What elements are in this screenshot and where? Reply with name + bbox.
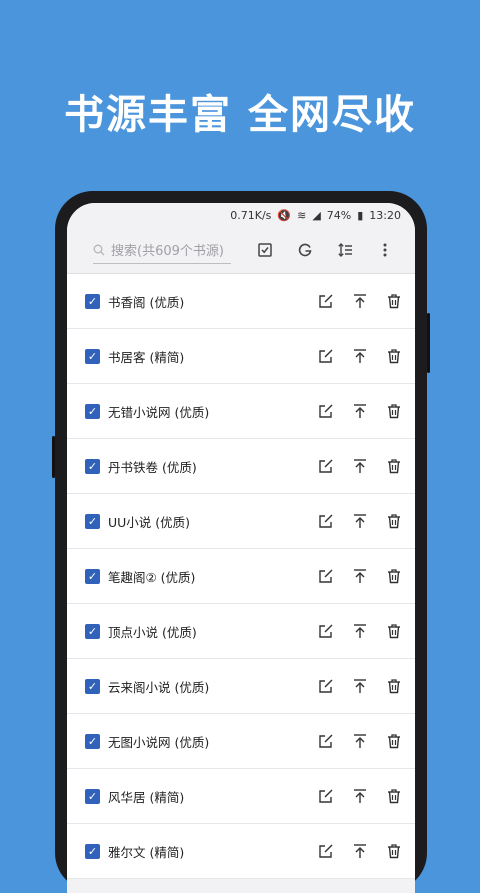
edit-icon[interactable] (315, 730, 337, 752)
source-name: 无图小说网 (优质) (108, 734, 210, 750)
edit-icon[interactable] (315, 565, 337, 587)
edit-icon[interactable] (315, 290, 337, 312)
delete-icon[interactable] (383, 400, 405, 422)
delete-icon[interactable] (383, 785, 405, 807)
edit-icon[interactable] (315, 620, 337, 642)
delete-icon[interactable] (383, 565, 405, 587)
book-source-list: ✓ 书香阁 (优质) ✓ 书居客 (精简) ✓ 无错小说网 (优质) ✓ 丹书铁… (67, 273, 415, 879)
phone-screen: 0.71K/s 🔇 ≋ ◢ 74% ▮ 13:20 搜索(共609个书源) ✓ … (67, 203, 415, 893)
network-speed: 0.71K/s (230, 208, 272, 222)
checkbox-checked-icon[interactable]: ✓ (85, 403, 100, 419)
signal-icon: ◢ (312, 208, 321, 222)
search-input[interactable]: 搜索(共609个书源) (93, 237, 231, 264)
checkbox-checked-icon[interactable]: ✓ (85, 568, 100, 584)
source-name: 书居客 (精简) (108, 349, 185, 365)
delete-icon[interactable] (383, 675, 405, 697)
delete-icon[interactable] (383, 840, 405, 862)
move-to-top-icon[interactable] (349, 565, 371, 587)
checkbox-checked-icon[interactable]: ✓ (85, 458, 100, 474)
wifi-icon: ≋ (297, 208, 307, 222)
select-all-icon[interactable] (245, 230, 285, 270)
search-icon (93, 244, 105, 256)
promo-headline: 书源丰富 全网尽收 (64, 92, 416, 138)
source-name: 书香阁 (优质) (108, 294, 185, 310)
edit-icon[interactable] (315, 400, 337, 422)
search-placeholder: 搜索(共609个书源) (111, 244, 224, 259)
source-name: 笔趣阁② (优质) (108, 569, 196, 585)
edit-icon[interactable] (315, 345, 337, 367)
source-name: 顶点小说 (优质) (108, 624, 197, 640)
delete-icon[interactable] (383, 730, 405, 752)
list-item: ✓ 风华居 (精简) (67, 769, 415, 824)
list-item: ✓ 丹书铁卷 (优质) (67, 439, 415, 494)
list-item: ✓ 云来阁小说 (优质) (67, 659, 415, 714)
phone-volume-button (52, 436, 55, 478)
google-icon[interactable] (285, 230, 325, 270)
delete-icon[interactable] (383, 290, 405, 312)
source-name: 丹书铁卷 (优质) (108, 459, 197, 475)
move-to-top-icon[interactable] (349, 290, 371, 312)
list-item: ✓ 无图小说网 (优质) (67, 714, 415, 769)
move-to-top-icon[interactable] (349, 510, 371, 532)
source-name: 云来阁小说 (优质) (108, 679, 210, 695)
move-to-top-icon[interactable] (349, 840, 371, 862)
edit-icon[interactable] (315, 510, 337, 532)
source-name: UU小说 (优质) (108, 514, 191, 530)
edit-icon[interactable] (315, 785, 337, 807)
phone-power-button (427, 313, 430, 373)
more-menu-icon[interactable] (365, 230, 405, 270)
checkbox-checked-icon[interactable]: ✓ (85, 843, 100, 859)
list-item: ✓ 书香阁 (优质) (67, 274, 415, 329)
checkbox-checked-icon[interactable]: ✓ (85, 788, 100, 804)
move-to-top-icon[interactable] (349, 400, 371, 422)
list-item: ✓ 笔趣阁② (优质) (67, 549, 415, 604)
move-to-top-icon[interactable] (349, 675, 371, 697)
move-to-top-icon[interactable] (349, 785, 371, 807)
move-to-top-icon[interactable] (349, 345, 371, 367)
delete-icon[interactable] (383, 510, 405, 532)
edit-icon[interactable] (315, 455, 337, 477)
edit-icon[interactable] (315, 840, 337, 862)
delete-icon[interactable] (383, 620, 405, 642)
delete-icon[interactable] (383, 345, 405, 367)
edit-icon[interactable] (315, 675, 337, 697)
source-name: 无错小说网 (优质) (108, 404, 210, 420)
checkbox-checked-icon[interactable]: ✓ (85, 678, 100, 694)
status-bar: 0.71K/s 🔇 ≋ ◢ 74% ▮ 13:20 (67, 203, 415, 227)
checkbox-checked-icon[interactable]: ✓ (85, 293, 100, 309)
mute-icon: 🔇 (277, 208, 292, 222)
source-name: 风华居 (精简) (108, 789, 185, 805)
list-item: ✓ UU小说 (优质) (67, 494, 415, 549)
move-to-top-icon[interactable] (349, 730, 371, 752)
list-item: ✓ 书居客 (精简) (67, 329, 415, 384)
list-item: ✓ 雅尔文 (精简) (67, 824, 415, 879)
clock: 13:20 (369, 208, 401, 222)
list-item: ✓ 无错小说网 (优质) (67, 384, 415, 439)
move-to-top-icon[interactable] (349, 455, 371, 477)
app-toolbar: 搜索(共609个书源) (67, 227, 415, 273)
battery-icon: ▮ (357, 208, 364, 222)
source-name: 雅尔文 (精简) (108, 844, 185, 860)
checkbox-checked-icon[interactable]: ✓ (85, 348, 100, 364)
checkbox-checked-icon[interactable]: ✓ (85, 623, 100, 639)
checkbox-checked-icon[interactable]: ✓ (85, 513, 100, 529)
sort-icon[interactable] (325, 230, 365, 270)
checkbox-checked-icon[interactable]: ✓ (85, 733, 100, 749)
delete-icon[interactable] (383, 455, 405, 477)
move-to-top-icon[interactable] (349, 620, 371, 642)
list-item: ✓ 顶点小说 (优质) (67, 604, 415, 659)
battery-level: 74% (326, 208, 352, 222)
